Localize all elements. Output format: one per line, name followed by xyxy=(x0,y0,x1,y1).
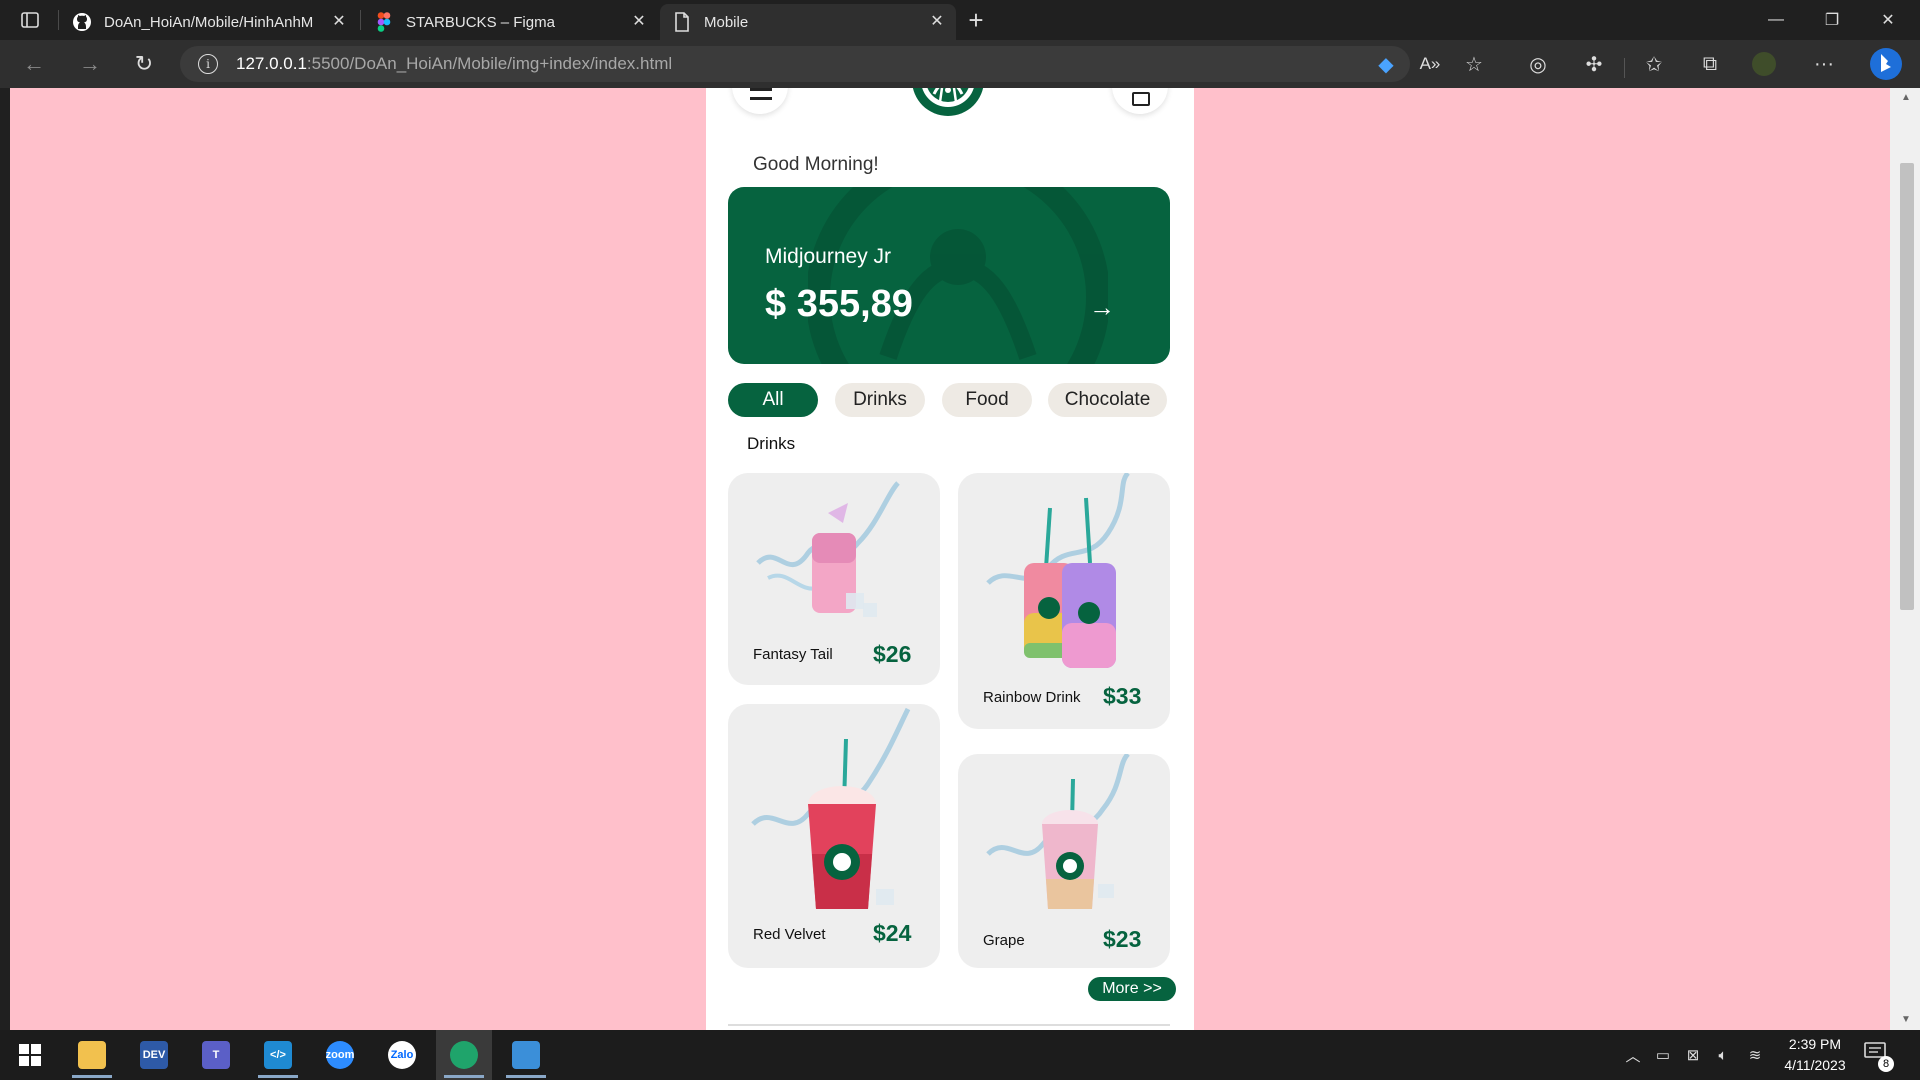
extensions-icon[interactable]: ✣ xyxy=(1578,50,1610,78)
shopping-tag-icon[interactable]: ◆ xyxy=(1370,50,1402,78)
volume-icon[interactable]: 🔈︎ xyxy=(1712,1044,1734,1066)
product-price: $23 xyxy=(1103,926,1142,952)
drink-image xyxy=(986,754,1130,909)
tab-mobile[interactable]: Mobile ✕ xyxy=(660,4,956,40)
zalo-icon[interactable]: Zalo xyxy=(374,1030,430,1080)
tab-all[interactable]: All xyxy=(728,383,818,417)
menu-icon xyxy=(750,88,772,100)
windows-taskbar: DEV T </> zoom Zalo ︿ ▭ ⊠ 🔈︎ ≋ 2:39 PM 4… xyxy=(0,1030,1920,1080)
cart-button[interactable] xyxy=(1112,88,1168,114)
starbucks-logo xyxy=(912,88,984,116)
tab-separator xyxy=(58,10,59,30)
tab-github[interactable]: DoAn_HoiAn/Mobile/HinhAnhM ✕ xyxy=(60,4,358,40)
divider xyxy=(728,1024,1170,1026)
performance-icon[interactable]: ◎ xyxy=(1522,50,1554,78)
battery-icon[interactable]: ▭ xyxy=(1652,1044,1674,1066)
more-button[interactable]: More >> xyxy=(1088,977,1176,1001)
bing-icon[interactable] xyxy=(1866,46,1906,82)
file-explorer-icon[interactable] xyxy=(64,1030,120,1080)
tab-food[interactable]: Food xyxy=(942,383,1032,417)
card-watermark-logo xyxy=(808,187,1108,364)
more-menu-icon[interactable]: ··· xyxy=(1808,50,1840,78)
toolbar-divider xyxy=(1624,58,1625,78)
product-name: Rainbow Drink xyxy=(983,689,1081,706)
product-price: $24 xyxy=(873,920,912,946)
favorites-icon[interactable]: ✩ xyxy=(1638,50,1670,78)
card-balance: $ 355,89 xyxy=(765,283,913,325)
figma-icon xyxy=(374,12,394,32)
drink-image xyxy=(751,707,911,909)
product-name: Grape xyxy=(983,932,1025,949)
add-favorite-icon[interactable]: ☆ xyxy=(1458,50,1490,78)
close-tab-icon[interactable]: ✕ xyxy=(630,13,648,31)
mobile-frame: Good Morning! Midjourney Jr $ 355,89 → A… xyxy=(706,88,1194,1030)
section-title: Drinks xyxy=(747,434,796,453)
tab-title: DoAn_HoiAn/Mobile/HinhAnhM xyxy=(104,13,314,31)
scroll-up-icon[interactable]: ▲ xyxy=(1899,92,1913,104)
clock-time: 2:39 PM xyxy=(1788,1036,1842,1052)
browser-toolbar: ← → ↻ i 127.0.0.1:5500/DoAn_HoiAn/Mobile… xyxy=(0,40,1920,88)
close-window-icon[interactable]: ✕ xyxy=(1860,0,1916,40)
collections-icon[interactable]: ⧉ xyxy=(1694,50,1726,78)
product-card-grape[interactable]: Grape $23 xyxy=(958,754,1170,968)
tab-drinks[interactable]: Drinks xyxy=(835,383,925,417)
url-path: :5500/DoAn_HoiAn/Mobile/img+index/index.… xyxy=(306,54,673,73)
balance-card[interactable]: Midjourney Jr $ 355,89 → xyxy=(728,187,1170,364)
back-icon[interactable]: ← xyxy=(18,50,50,78)
refresh-icon[interactable]: ↻ xyxy=(128,50,160,78)
dev-icon[interactable]: DEV xyxy=(126,1030,182,1080)
address-bar[interactable]: i 127.0.0.1:5500/DoAn_HoiAn/Mobile/img+i… xyxy=(180,46,1410,82)
tab-actions-icon[interactable] xyxy=(14,8,46,32)
page-viewport: Good Morning! Midjourney Jr $ 355,89 → A… xyxy=(10,88,1890,1030)
profile-avatar[interactable] xyxy=(1748,50,1780,78)
edge-icon[interactable] xyxy=(436,1030,492,1080)
scrollbar-thumb[interactable] xyxy=(1900,163,1914,610)
tab-separator xyxy=(360,10,361,30)
minimize-icon[interactable]: — xyxy=(1748,0,1804,40)
tab-title: Mobile xyxy=(704,13,749,31)
close-tab-icon[interactable]: ✕ xyxy=(928,13,946,31)
product-card-fantasy-tail[interactable]: Fantasy Tail $26 xyxy=(728,473,940,685)
vscode-icon[interactable]: </> xyxy=(250,1030,306,1080)
new-tab-icon[interactable]: + xyxy=(960,6,992,34)
scroll-down-icon[interactable]: ▼ xyxy=(1899,1014,1913,1026)
product-card-red-velvet[interactable]: Red Velvet $24 xyxy=(728,704,940,968)
restore-icon[interactable]: ❐ xyxy=(1804,0,1860,40)
site-info-icon[interactable]: i xyxy=(198,54,218,74)
greeting-text: Good Morning! xyxy=(753,154,879,175)
close-tab-icon[interactable]: ✕ xyxy=(330,13,348,31)
product-name: Red Velvet xyxy=(753,926,826,943)
document-icon xyxy=(672,12,692,32)
url-text: 127.0.0.1:5500/DoAn_HoiAn/Mobile/img+ind… xyxy=(236,54,672,74)
shopping-bag-icon xyxy=(1132,92,1150,106)
system-clock[interactable]: 2:39 PM 4/11/2023 xyxy=(1760,1034,1870,1076)
forward-icon[interactable]: → xyxy=(74,50,106,78)
chevron-up-icon[interactable]: ︿ xyxy=(1622,1044,1644,1066)
clock-date: 4/11/2023 xyxy=(1784,1057,1846,1073)
tab-title: STARBUCKS – Figma xyxy=(406,13,555,31)
teams-icon[interactable]: T xyxy=(188,1030,244,1080)
url-host: 127.0.0.1 xyxy=(236,54,307,73)
tab-chocolate[interactable]: Chocolate xyxy=(1048,383,1167,417)
browser-tab-bar: DoAn_HoiAn/Mobile/HinhAnhM ✕ STARBUCKS –… xyxy=(0,0,1920,40)
read-aloud-icon[interactable]: A» xyxy=(1414,50,1446,78)
product-card-rainbow-drink[interactable]: Rainbow Drink $33 xyxy=(958,473,1170,729)
tab-figma[interactable]: STARBUCKS – Figma ✕ xyxy=(362,4,658,40)
start-icon[interactable] xyxy=(2,1030,58,1080)
page-scrollbar[interactable]: ▲ ▼ xyxy=(1890,88,1920,1030)
arrow-right-icon[interactable]: → xyxy=(1088,294,1116,320)
card-holder-name: Midjourney Jr xyxy=(765,245,892,268)
menu-button[interactable] xyxy=(732,88,788,114)
security-icon[interactable]: ⊠ xyxy=(1682,1044,1704,1066)
product-price: $33 xyxy=(1103,683,1142,709)
notification-icon[interactable]: 8 xyxy=(1864,1042,1894,1072)
product-name: Fantasy Tail xyxy=(753,646,833,663)
zoom-icon[interactable]: zoom xyxy=(312,1030,368,1080)
notification-badge: 8 xyxy=(1878,1056,1894,1072)
drink-image xyxy=(756,481,900,617)
github-icon xyxy=(72,12,92,32)
drink-image xyxy=(986,473,1131,668)
photos-icon[interactable] xyxy=(498,1030,554,1080)
product-price: $26 xyxy=(873,641,912,667)
